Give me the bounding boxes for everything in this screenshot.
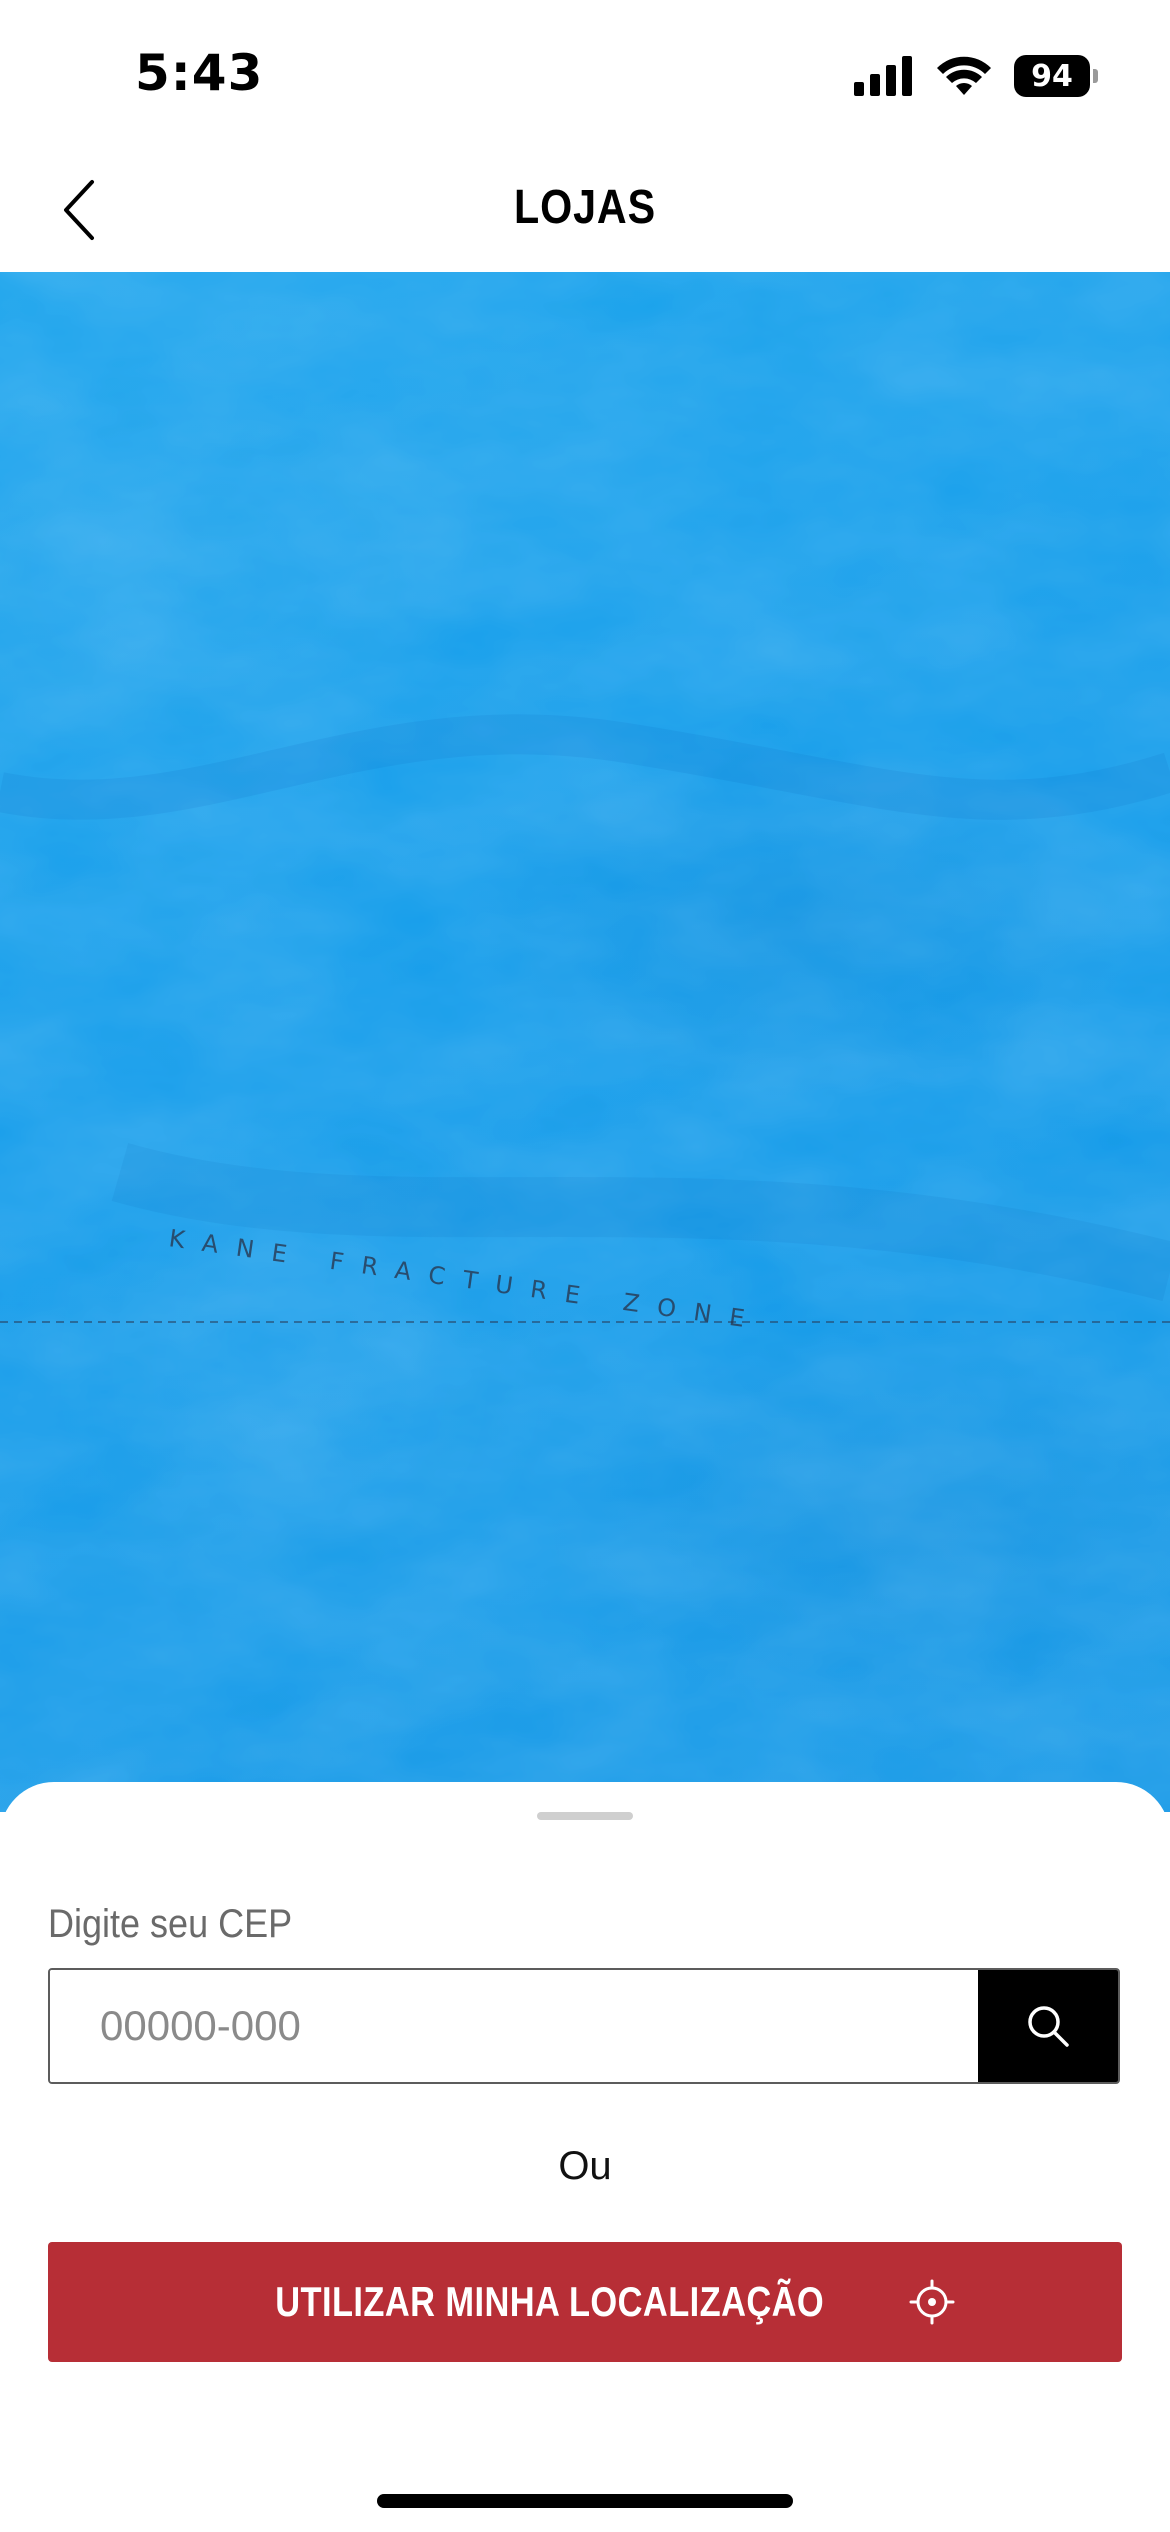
map-view[interactable]: KANE FRACTURE ZONE (0, 272, 1170, 1812)
cep-label: Digite seu CEP (48, 1902, 293, 1946)
search-icon (1028, 2006, 1069, 2047)
nav-header: LOJAS (0, 150, 1170, 273)
battery-tip (1093, 69, 1098, 83)
or-separator: Ou (558, 2144, 612, 2188)
status-time: 5:43 (135, 44, 264, 102)
search-button[interactable] (978, 1970, 1118, 2082)
cep-search-row (48, 1968, 1120, 2084)
page-title: LOJAS (514, 181, 656, 234)
cep-input[interactable] (50, 1970, 978, 2082)
use-my-location-label: UTILIZAR MINHA LOCALIZAÇÃO (275, 2278, 825, 2325)
signal-icon (854, 56, 912, 96)
wifi-icon (937, 56, 991, 95)
use-my-location-button[interactable]: UTILIZAR MINHA LOCALIZAÇÃO (48, 2242, 1122, 2362)
battery-icon: 94 (1014, 55, 1098, 97)
battery-level: 94 (1031, 58, 1073, 94)
status-icons: 94 (854, 54, 1098, 98)
status-bar: 5:43 94 (0, 0, 1170, 150)
bottom-sheet: Digite seu CEP Ou UTILIZAR MINHA LOCALIZ… (0, 1782, 1170, 2532)
crosshair-icon (909, 2279, 955, 2325)
sheet-drag-handle[interactable] (537, 1812, 633, 1820)
home-indicator (377, 2494, 793, 2508)
map-terrain: KANE FRACTURE ZONE (0, 272, 1170, 1812)
